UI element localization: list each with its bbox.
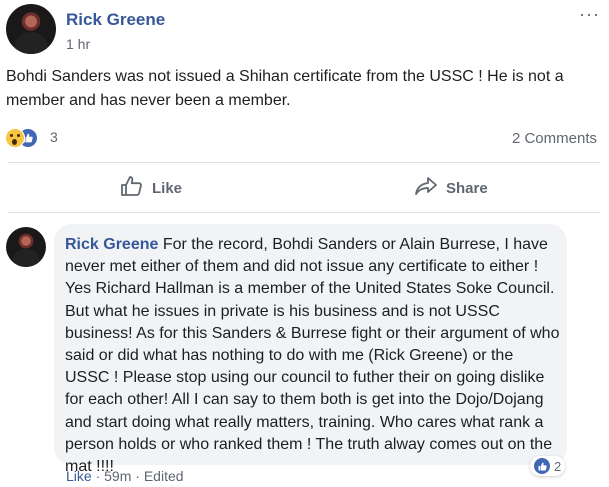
share-arrow-icon — [414, 176, 446, 200]
post-header: Rick Greene 1 hr ··· — [6, 4, 606, 54]
comment-timestamp[interactable]: 59m — [104, 468, 131, 484]
comment-reaction-count: 2 — [554, 458, 562, 474]
like-button-label: Like — [152, 179, 183, 197]
divider — [8, 162, 600, 163]
comments-count-link[interactable]: 2 Comments — [512, 130, 597, 147]
comment-reaction-badge[interactable]: 2 — [530, 456, 566, 476]
comment-author-name[interactable]: Rick Greene — [65, 236, 158, 253]
comment-like-link[interactable]: Like — [66, 468, 92, 484]
thumbs-up-icon — [120, 175, 152, 201]
reaction-count[interactable]: 3 — [50, 129, 58, 145]
share-button-label: Share — [446, 179, 488, 197]
share-button[interactable]: Share — [414, 168, 488, 208]
like-button[interactable]: Like — [120, 168, 182, 208]
post-author-name[interactable]: Rick Greene — [66, 10, 165, 30]
post-text: Bohdi Sanders was not issued a Shihan ce… — [6, 68, 564, 109]
post-actions: Like Share — [0, 168, 609, 208]
comment-text: For the record, Bohdi Sanders or Alain B… — [65, 236, 560, 476]
like-reaction-icon — [534, 458, 550, 474]
comment-edited-label[interactable]: Edited — [144, 468, 184, 484]
post-timestamp[interactable]: 1 hr — [66, 36, 90, 52]
reactions-bar: 3 2 Comments — [5, 128, 605, 148]
more-options-icon[interactable]: ··· — [579, 4, 600, 25]
comment-bubble: Rick Greene For the record, Bohdi Sander… — [54, 224, 567, 475]
meta-separator: · — [135, 468, 140, 484]
commenter-avatar[interactable] — [6, 227, 46, 267]
author-avatar[interactable] — [6, 4, 56, 54]
comment-text-block: Rick Greene For the record, Bohdi Sander… — [65, 234, 561, 478]
wow-reaction-icon[interactable] — [5, 128, 25, 148]
comment-meta: Like · 59m · Edited — [66, 468, 184, 484]
divider — [8, 212, 600, 213]
meta-separator: · — [95, 468, 101, 484]
